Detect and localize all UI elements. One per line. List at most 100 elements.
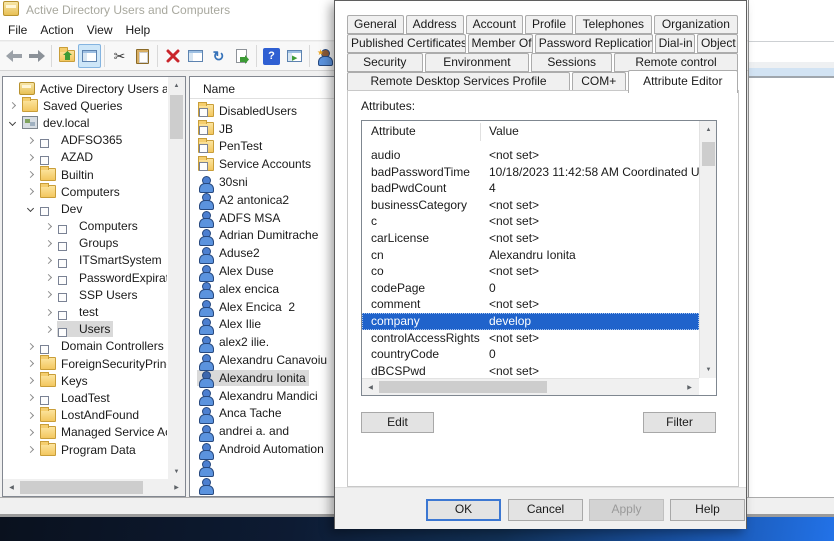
tree-item-lostandfound[interactable]: LostAndFound xyxy=(4,407,167,424)
expander-closed-icon[interactable] xyxy=(45,223,52,230)
tree-item-foreignsecurityprincipals[interactable]: ForeignSecurityPrincipals xyxy=(4,355,167,372)
tab-remote-desktop-services-profile[interactable]: Remote Desktop Services Profile xyxy=(347,72,570,91)
scroll-up-icon[interactable]: ▲ xyxy=(700,121,717,138)
scroll-down-icon[interactable]: ▼ xyxy=(168,463,185,480)
scroll-thumb[interactable] xyxy=(170,95,183,139)
tab-profile[interactable]: Profile xyxy=(525,15,573,34)
refresh-icon[interactable]: ↻ xyxy=(207,44,230,68)
scroll-up-icon[interactable]: ▲ xyxy=(168,77,185,94)
expander-closed-icon[interactable] xyxy=(27,343,34,350)
tree-vertical-scrollbar[interactable]: ▲ ▼ xyxy=(168,77,185,480)
attr-row-badpasswordtime[interactable]: badPasswordTime10/18/2023 11:42:58 AM Co… xyxy=(362,164,699,181)
tab-organization[interactable]: Organization xyxy=(654,15,738,34)
expander-closed-icon[interactable] xyxy=(45,274,52,281)
tree-item-dev-local[interactable]: dev.local xyxy=(4,114,167,131)
attr-row-c[interactable]: c<not set> xyxy=(362,213,699,230)
tab-general[interactable]: General xyxy=(347,15,404,34)
cancel-button[interactable]: Cancel xyxy=(508,499,583,521)
attr-row-audio[interactable]: audio<not set> xyxy=(362,147,699,164)
attr-row-codepage[interactable]: codePage0 xyxy=(362,280,699,297)
attr-row-controlaccessrights[interactable]: controlAccessRights<not set> xyxy=(362,330,699,347)
menu-help[interactable]: Help xyxy=(126,21,160,39)
scroll-down-icon[interactable]: ▼ xyxy=(700,361,717,378)
tree-item-users[interactable]: Users xyxy=(4,321,167,338)
expander-closed-icon[interactable] xyxy=(27,188,34,195)
export-list-icon[interactable] xyxy=(230,44,253,68)
tree-item-saved-queries[interactable]: Saved Queries xyxy=(4,97,167,114)
scroll-thumb[interactable] xyxy=(702,142,715,166)
scroll-left-icon[interactable]: ◀ xyxy=(3,479,20,496)
tab-security[interactable]: Security xyxy=(347,53,423,72)
column-divider[interactable] xyxy=(480,123,481,141)
expander-closed-icon[interactable] xyxy=(27,377,34,384)
tree-item-azad[interactable]: AZAD xyxy=(4,149,167,166)
expander-open-icon[interactable] xyxy=(9,119,16,126)
scroll-right-icon[interactable]: ▶ xyxy=(168,479,185,496)
up-level-folder-icon[interactable] xyxy=(55,44,78,68)
expander-closed-icon[interactable] xyxy=(45,308,52,315)
forward-arrow-icon[interactable] xyxy=(25,44,48,68)
expander-closed-icon[interactable] xyxy=(27,429,34,436)
filter-button[interactable]: Filter xyxy=(643,412,716,433)
help-button[interactable]: Help xyxy=(670,499,745,521)
attributes-vertical-scrollbar[interactable]: ▲ ▼ xyxy=(699,121,716,378)
attr-row-badpwdcount[interactable]: badPwdCount4 xyxy=(362,180,699,197)
paste-icon[interactable] xyxy=(131,44,154,68)
attr-row-company[interactable]: companydevelop xyxy=(362,313,699,330)
tab-attribute-editor[interactable]: Attribute Editor xyxy=(628,70,739,93)
tab-dial-in[interactable]: Dial-in xyxy=(655,34,695,53)
tree-item-managed-service-accounts[interactable]: Managed Service Accounts xyxy=(4,424,167,441)
tree-item-loadtest[interactable]: LoadTest xyxy=(4,389,167,406)
tab-published-certificates[interactable]: Published Certificates xyxy=(347,34,466,53)
tree-item-keys[interactable]: Keys xyxy=(4,372,167,389)
back-arrow-icon[interactable] xyxy=(2,44,25,68)
help-icon[interactable]: ? xyxy=(260,44,283,68)
expander-closed-icon[interactable] xyxy=(27,394,34,401)
scroll-left-icon[interactable]: ◀ xyxy=(362,379,379,396)
tree-item-test[interactable]: test xyxy=(4,303,167,320)
attr-row-comment[interactable]: comment<not set> xyxy=(362,296,699,313)
attributes-list-header[interactable]: Attribute Value xyxy=(362,121,699,143)
add-user-icon[interactable]: ★ xyxy=(313,44,336,68)
attr-row-dbcspwd[interactable]: dBCSPwd<not set> xyxy=(362,363,699,375)
tree-item-program-data[interactable]: Program Data xyxy=(4,441,167,458)
tree-item-adfso365[interactable]: ADFSO365 xyxy=(4,132,167,149)
expander-closed-icon[interactable] xyxy=(27,412,34,419)
expander-closed-icon[interactable] xyxy=(27,154,34,161)
properties-icon[interactable] xyxy=(184,44,207,68)
tree-item-dev[interactable]: Dev xyxy=(4,200,167,217)
attr-row-carlicense[interactable]: carLicense<not set> xyxy=(362,230,699,247)
expander-closed-icon[interactable] xyxy=(27,137,34,144)
tree-item-computers[interactable]: Computers xyxy=(4,183,167,200)
console-tree-toggle-icon[interactable] xyxy=(78,44,101,68)
tab-telephones[interactable]: Telephones xyxy=(575,15,652,34)
scroll-thumb[interactable] xyxy=(20,481,143,494)
tab-sessions[interactable]: Sessions xyxy=(531,53,612,72)
expander-closed-icon[interactable] xyxy=(27,446,34,453)
expander-closed-icon[interactable] xyxy=(45,326,52,333)
menu-file[interactable]: File xyxy=(8,21,36,39)
expander-closed-icon[interactable] xyxy=(45,257,52,264)
tab-password-replication[interactable]: Password Replication xyxy=(535,34,653,53)
tab-object[interactable]: Object xyxy=(697,34,738,53)
tree-item-passwordexpiration[interactable]: PasswordExpiration xyxy=(4,269,167,286)
tab-member-of[interactable]: Member Of xyxy=(468,34,533,53)
tree-horizontal-scrollbar[interactable]: ◀ ▶ xyxy=(3,479,185,496)
tree-item-ssp-users[interactable]: SSP Users xyxy=(4,286,167,303)
new-window-icon[interactable]: ▶ xyxy=(283,44,306,68)
scroll-right-icon[interactable]: ▶ xyxy=(681,379,698,396)
tab-address[interactable]: Address xyxy=(406,15,464,34)
tree-item-domain-controllers[interactable]: Domain Controllers xyxy=(4,338,167,355)
attributes-horizontal-scrollbar[interactable]: ◀ ▶ xyxy=(362,378,699,395)
delete-icon[interactable] xyxy=(161,44,184,68)
tab-com[interactable]: COM+ xyxy=(572,72,626,91)
tree-item-itsmartsystem[interactable]: ITSmartSystem xyxy=(4,252,167,269)
menu-action[interactable]: Action xyxy=(40,21,82,39)
expander-closed-icon[interactable] xyxy=(9,102,16,109)
tree-item-builtin[interactable]: Builtin xyxy=(4,166,167,183)
attr-row-businesscategory[interactable]: businessCategory<not set> xyxy=(362,197,699,214)
cut-icon[interactable]: ✂ xyxy=(108,44,131,68)
tab-account[interactable]: Account xyxy=(466,15,523,34)
ok-button[interactable]: OK xyxy=(426,499,501,521)
expander-open-icon[interactable] xyxy=(27,205,34,212)
